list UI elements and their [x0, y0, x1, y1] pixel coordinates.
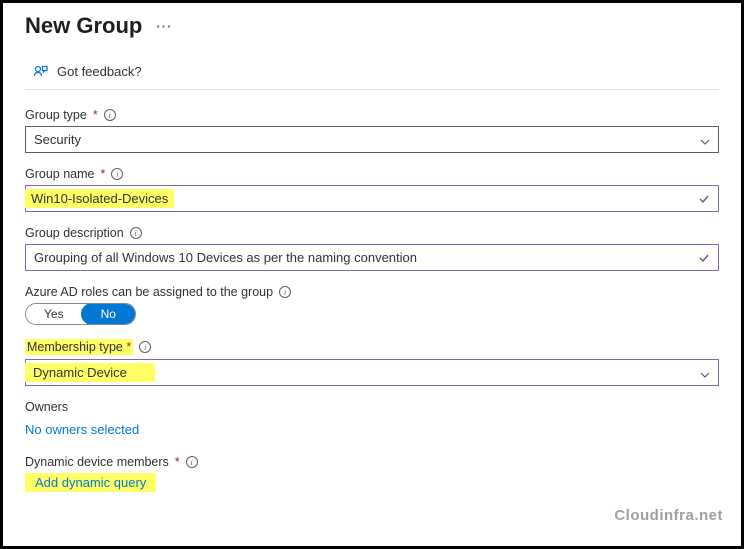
membership-type-field: Membership type * i Dynamic Device — [25, 339, 719, 386]
feedback-icon — [33, 63, 49, 79]
azure-roles-toggle[interactable]: Yes No — [25, 303, 136, 325]
checkmark-icon — [698, 193, 710, 205]
info-icon[interactable]: i — [130, 227, 142, 239]
feedback-label: Got feedback? — [57, 64, 142, 79]
chevron-down-icon — [700, 368, 710, 378]
required-asterisk: * — [93, 108, 98, 122]
membership-type-select[interactable]: Dynamic Device — [25, 359, 719, 386]
group-name-label: Group name * i — [25, 167, 719, 181]
header-row: New Group ··· — [25, 13, 719, 39]
azure-roles-label: Azure AD roles can be assigned to the gr… — [25, 285, 719, 299]
group-description-label: Group description i — [25, 226, 719, 240]
group-type-field: Group type * i Security — [25, 108, 719, 153]
more-menu-icon[interactable]: ··· — [156, 19, 172, 34]
membership-type-label: Membership type * i — [25, 339, 151, 355]
toggle-yes[interactable]: Yes — [26, 304, 82, 324]
group-name-field: Group name * i Win10-Isolated-Devices — [25, 167, 719, 212]
group-type-label: Group type * i — [25, 108, 719, 122]
required-asterisk: * — [100, 167, 105, 181]
azure-roles-field: Azure AD roles can be assigned to the gr… — [25, 285, 719, 325]
page-title: New Group — [25, 13, 142, 39]
toggle-no[interactable]: No — [81, 303, 136, 325]
info-icon[interactable]: i — [279, 286, 291, 298]
checkmark-icon — [698, 252, 710, 264]
group-name-input[interactable]: Win10-Isolated-Devices — [25, 185, 719, 212]
group-description-field: Group description i Grouping of all Wind… — [25, 226, 719, 271]
owners-field: Owners No owners selected — [25, 400, 719, 441]
watermark-text: Cloudinfra.net — [614, 507, 723, 524]
info-icon[interactable]: i — [139, 341, 151, 353]
dynamic-members-field: Dynamic device members * i Add dynamic q… — [25, 455, 719, 492]
info-icon[interactable]: i — [111, 168, 123, 180]
info-icon[interactable]: i — [186, 456, 198, 468]
required-asterisk: * — [175, 455, 180, 469]
info-icon[interactable]: i — [104, 109, 116, 121]
group-description-input[interactable]: Grouping of all Windows 10 Devices as pe… — [25, 244, 719, 271]
owners-label: Owners — [25, 400, 719, 414]
required-asterisk: * — [126, 340, 131, 354]
feedback-link[interactable]: Got feedback? — [25, 57, 719, 90]
group-type-select[interactable]: Security — [25, 126, 719, 153]
dynamic-members-label: Dynamic device members * i — [25, 455, 719, 469]
owners-link[interactable]: No owners selected — [25, 418, 719, 441]
add-dynamic-query-button[interactable]: Add dynamic query — [25, 473, 156, 492]
chevron-down-icon — [700, 135, 710, 145]
